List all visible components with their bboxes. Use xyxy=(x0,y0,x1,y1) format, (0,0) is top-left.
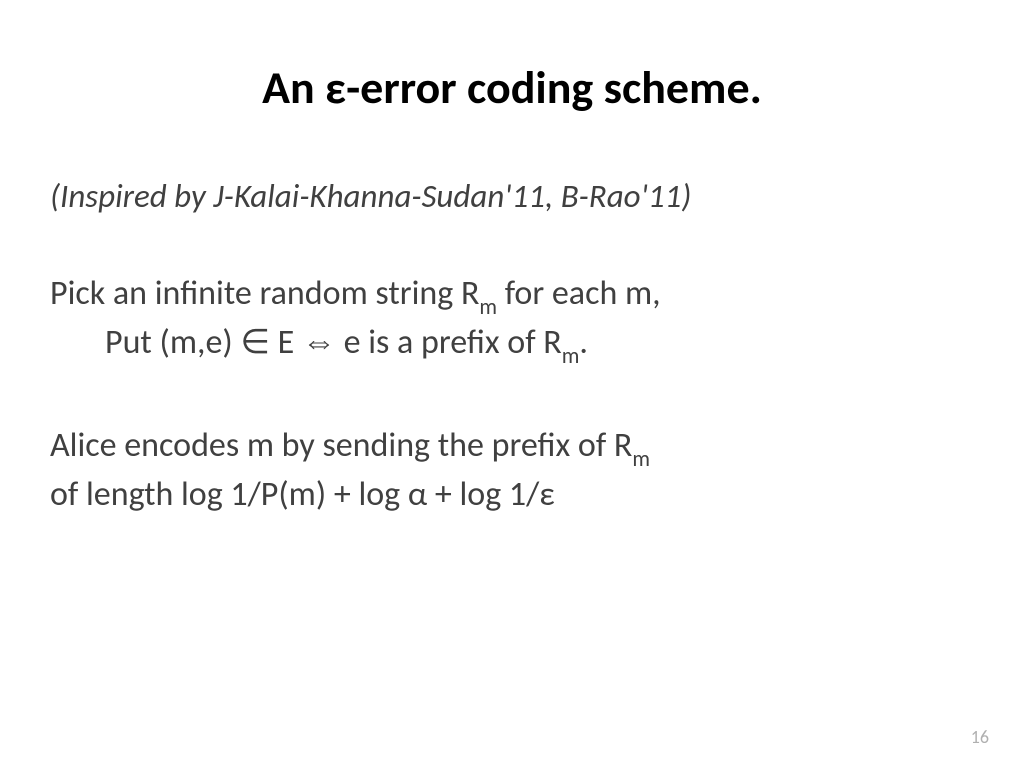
paragraph-1: Pick an infinite random string Rm for ea… xyxy=(50,271,974,368)
para1-line1: Pick an infinite random string Rm for ea… xyxy=(50,271,974,320)
para1-line2-post: . xyxy=(579,322,588,363)
para1-line1-pre: Pick an infinite random string R xyxy=(50,273,479,314)
para2-line2: of length log 1/P(m) + log α + log 1/ε xyxy=(50,472,974,518)
para1-line1-sub: m xyxy=(479,293,497,320)
para2-line1-sub: m xyxy=(632,445,650,472)
page-number: 16 xyxy=(971,726,989,748)
para1-line2: Put (m,e) ∈ E ⇔ e is a prefix of Rm. xyxy=(50,320,974,369)
para2-line1-pre: Alice encodes m by sending the prefix of… xyxy=(50,425,632,466)
slide-subtitle: (Inspired by J-Kalai-Khanna-Sudan'11, B-… xyxy=(50,176,974,216)
para1-line2-sub: m xyxy=(562,342,580,369)
paragraph-2: Alice encodes m by sending the prefix of… xyxy=(50,423,974,518)
slide-container: An ε-error coding scheme. (Inspired by J… xyxy=(0,0,1024,768)
para1-line1-post: for each m, xyxy=(497,273,661,314)
slide-title: An ε-error coding scheme. xyxy=(50,60,974,116)
para1-line2-pre: Put (m,e) ∈ E ⇔ e is a prefix of R xyxy=(105,322,562,363)
para2-line1: Alice encodes m by sending the prefix of… xyxy=(50,423,974,472)
